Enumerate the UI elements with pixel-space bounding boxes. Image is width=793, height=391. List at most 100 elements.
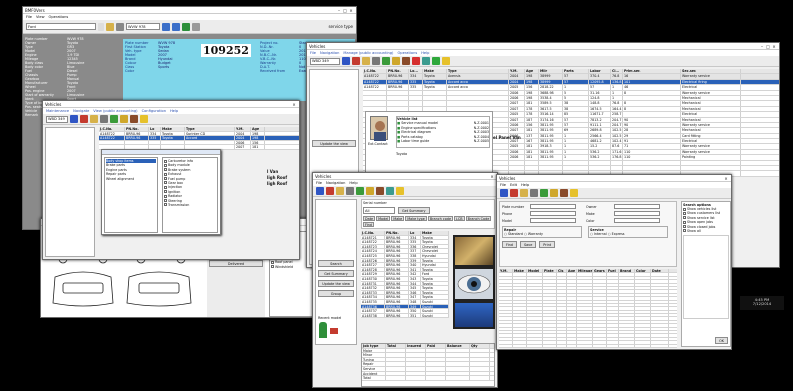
menu-item[interactable]: Help: [170, 109, 178, 113]
tools-icon[interactable]: [560, 189, 568, 197]
print-icon[interactable]: [346, 187, 354, 195]
menu-item[interactable]: Help: [421, 51, 429, 55]
update-view-button[interactable]: Update the view: [318, 280, 354, 287]
checkbox[interactable]: [164, 181, 167, 185]
checkbox[interactable]: [164, 190, 167, 194]
menu-item[interactable]: Help: [349, 181, 357, 185]
search-combo[interactable]: Ford: [26, 23, 96, 30]
option-checkbox[interactable]: Show all: [683, 229, 729, 233]
print-button[interactable]: Print: [539, 241, 556, 248]
checkbox[interactable]: [164, 203, 167, 207]
menu-item[interactable]: Configuration: [142, 109, 166, 113]
tools-icon[interactable]: [130, 115, 138, 123]
list-item[interactable]: Wheel alignment: [106, 177, 156, 181]
report-icon[interactable]: [116, 22, 124, 31]
form-field[interactable]: [530, 218, 576, 223]
key-icon[interactable]: [366, 187, 374, 195]
close-button[interactable]: ×: [348, 8, 354, 13]
pencil-icon[interactable]: [442, 57, 450, 65]
wrench-icon[interactable]: [386, 187, 394, 195]
table-row[interactable]: Total: [362, 376, 494, 381]
menu-view[interactable]: View: [36, 15, 45, 19]
truck-icon[interactable]: [510, 189, 518, 197]
print-icon[interactable]: [100, 115, 108, 123]
tree-item[interactable]: ■ Labor time guide N.Z.0005: [397, 139, 489, 143]
menu-item[interactable]: Navigate: [73, 109, 89, 113]
form-field[interactable]: [614, 204, 660, 209]
close-button[interactable]: ×: [489, 174, 495, 179]
folder-icon[interactable]: [362, 57, 370, 65]
menu-item[interactable]: File: [500, 183, 506, 187]
chart-icon[interactable]: [540, 189, 548, 197]
update-view-button[interactable]: Update the view: [312, 140, 356, 147]
key-icon[interactable]: [392, 57, 400, 65]
car-icon[interactable]: [70, 115, 78, 123]
filter-tab[interactable]: Branch code: [427, 216, 454, 221]
checkbox[interactable]: [164, 168, 167, 172]
gear-icon[interactable]: [192, 22, 200, 31]
vin-field[interactable]: WVW 978: [126, 23, 160, 30]
car-icon[interactable]: [342, 57, 350, 65]
menu-item[interactable]: File: [310, 51, 316, 55]
pencil-icon[interactable]: [140, 115, 148, 123]
key-icon[interactable]: [550, 189, 558, 197]
chart-icon[interactable]: [110, 115, 118, 123]
list-item[interactable]: Transmission: [164, 203, 216, 207]
chart-icon[interactable]: [356, 187, 364, 195]
folder-icon[interactable]: [336, 187, 344, 195]
radio-option[interactable]: ○ Internal ○ Express: [590, 232, 666, 236]
filter-tab[interactable]: Date: [363, 216, 376, 221]
filter-tab[interactable]: Find: [363, 222, 374, 227]
menu-item[interactable]: Edit: [510, 183, 517, 187]
ok-button[interactable]: OK: [715, 337, 728, 344]
filter-tab[interactable]: Branch Code: [465, 216, 492, 221]
print-icon[interactable]: [372, 57, 380, 65]
table-row[interactable]: [499, 344, 677, 348]
car-icon[interactable]: [316, 187, 324, 195]
form-field[interactable]: [530, 204, 576, 209]
wrench-icon[interactable]: [422, 57, 430, 65]
tools-icon[interactable]: [376, 187, 384, 195]
menu-item[interactable]: Operations: [397, 51, 417, 55]
car-red-icon[interactable]: [412, 57, 420, 65]
group-button[interactable]: Group: [318, 290, 354, 297]
menu-item[interactable]: Help: [521, 183, 529, 187]
menu-item[interactable]: Navigation: [320, 51, 339, 55]
pencil-icon[interactable]: [570, 189, 578, 197]
money-icon[interactable]: [432, 57, 440, 65]
menu-item[interactable]: Navigation: [326, 181, 345, 185]
form-field[interactable]: [614, 218, 660, 223]
key-icon[interactable]: [120, 115, 128, 123]
car-icon[interactable]: [500, 189, 508, 197]
folder-icon[interactable]: [106, 22, 114, 31]
menu-operations[interactable]: Operations: [49, 15, 69, 19]
chart-icon[interactable]: [382, 57, 390, 65]
checkbox[interactable]: [164, 177, 167, 181]
menu-item[interactable]: View (public accounting): [93, 109, 137, 113]
close-button[interactable]: ×: [723, 176, 729, 181]
search-field[interactable]: All: [363, 207, 395, 214]
back-icon[interactable]: [162, 22, 170, 31]
checkbox[interactable]: [271, 260, 274, 264]
save-button[interactable]: Save: [519, 241, 537, 248]
folder-icon[interactable]: [520, 189, 528, 197]
form-field[interactable]: [614, 211, 660, 216]
radio-option[interactable]: ○ Standard ○ Warranty: [504, 232, 580, 236]
search-button[interactable]: Search: [318, 260, 354, 267]
checkbox[interactable]: [164, 172, 167, 176]
find-button[interactable]: Find: [502, 241, 517, 248]
filter-tab[interactable]: Model: [376, 216, 391, 221]
plate-combo[interactable]: WBD 349: [310, 57, 340, 65]
truck-icon[interactable]: [352, 57, 360, 65]
delivered-button[interactable]: Delivered: [209, 260, 263, 267]
checkbox[interactable]: [164, 163, 167, 167]
checkbox[interactable]: [164, 199, 167, 203]
get-summary-button[interactable]: Get Summary: [318, 270, 354, 277]
filter-tab[interactable]: Make type: [405, 216, 427, 221]
refresh-icon[interactable]: [182, 22, 190, 31]
filter-tab[interactable]: LCB: [454, 216, 465, 221]
menu-item[interactable]: Manage (public accounting): [343, 51, 393, 55]
table-row[interactable]: A148738 BRR0-96 351 Suzuki: [361, 313, 449, 319]
menu-item[interactable]: Maintenance: [46, 109, 69, 113]
checkbox[interactable]: [164, 159, 167, 163]
